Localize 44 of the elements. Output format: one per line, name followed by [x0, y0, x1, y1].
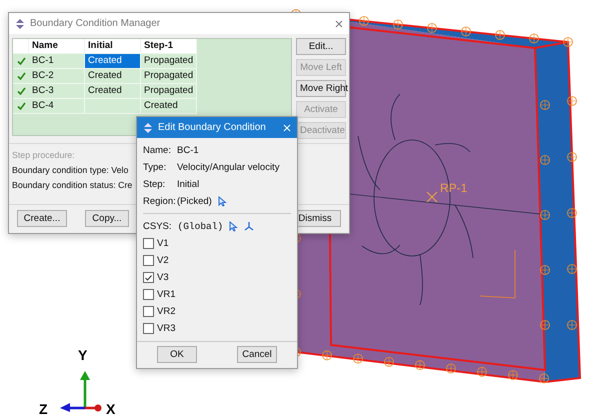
side-button[interactable]: Edit...	[296, 38, 346, 55]
field-value: BC-1	[177, 145, 199, 156]
dialog-button[interactable]: OK	[157, 346, 197, 363]
table-cell[interactable]: Propagated	[141, 84, 197, 99]
column-header[interactable]: Initial	[85, 39, 141, 54]
column-header[interactable]: Name	[29, 39, 85, 54]
checkbox-label: VR3	[157, 323, 176, 334]
z-axis-label: Z	[39, 401, 48, 417]
copy-button[interactable]: Copy...	[85, 210, 129, 227]
table-cell[interactable]: Created	[85, 69, 141, 84]
field-label: Name:	[143, 145, 172, 156]
table-cell[interactable]: Created	[85, 84, 141, 99]
column-header[interactable]: Step-1	[141, 39, 197, 54]
info-line: Boundary condition status: Cre	[12, 180, 132, 190]
field-label: Step:	[143, 179, 166, 190]
field-label: Type:	[143, 162, 168, 173]
table-cell[interactable]: Created	[85, 54, 141, 69]
field-value: Velocity/Angular velocity	[177, 162, 280, 173]
table-cell[interactable]: BC-4	[29, 99, 85, 114]
table-cell[interactable]: Propagated	[141, 69, 197, 84]
table-cell[interactable]: Created	[141, 99, 197, 114]
info-line: Step procedure:	[12, 150, 75, 160]
field-value: (Picked)	[177, 196, 212, 207]
dialog-button[interactable]: Cancel	[237, 346, 277, 363]
field-label: Region:	[143, 196, 177, 207]
table-cell[interactable]: BC-2	[29, 69, 85, 84]
field-value: Initial	[177, 179, 200, 190]
checkbox-label: V3	[157, 272, 169, 283]
checkbox-label: V2	[157, 255, 169, 266]
checkbox-label: VR1	[157, 289, 176, 300]
y-axis-label: Y	[78, 347, 88, 363]
create-button[interactable]: Create...	[17, 210, 67, 227]
info-line: Boundary condition type: Velo	[12, 165, 128, 175]
table-cell[interactable]: Propagated	[141, 54, 197, 69]
window-title: Boundary Condition Manager	[30, 18, 162, 29]
table-cell[interactable]: BC-1	[29, 54, 85, 69]
side-button[interactable]: Move Right	[296, 80, 346, 97]
csys-label: CSYS:	[143, 220, 172, 232]
x-axis-label: X	[106, 401, 116, 417]
checkbox-label: VR2	[157, 306, 176, 317]
table-cell[interactable]: BC-3	[29, 84, 85, 99]
checkbox-label: V1	[157, 238, 169, 249]
csys-value: (Global)	[178, 220, 224, 232]
dialog-title: Edit Boundary Condition	[158, 122, 267, 133]
